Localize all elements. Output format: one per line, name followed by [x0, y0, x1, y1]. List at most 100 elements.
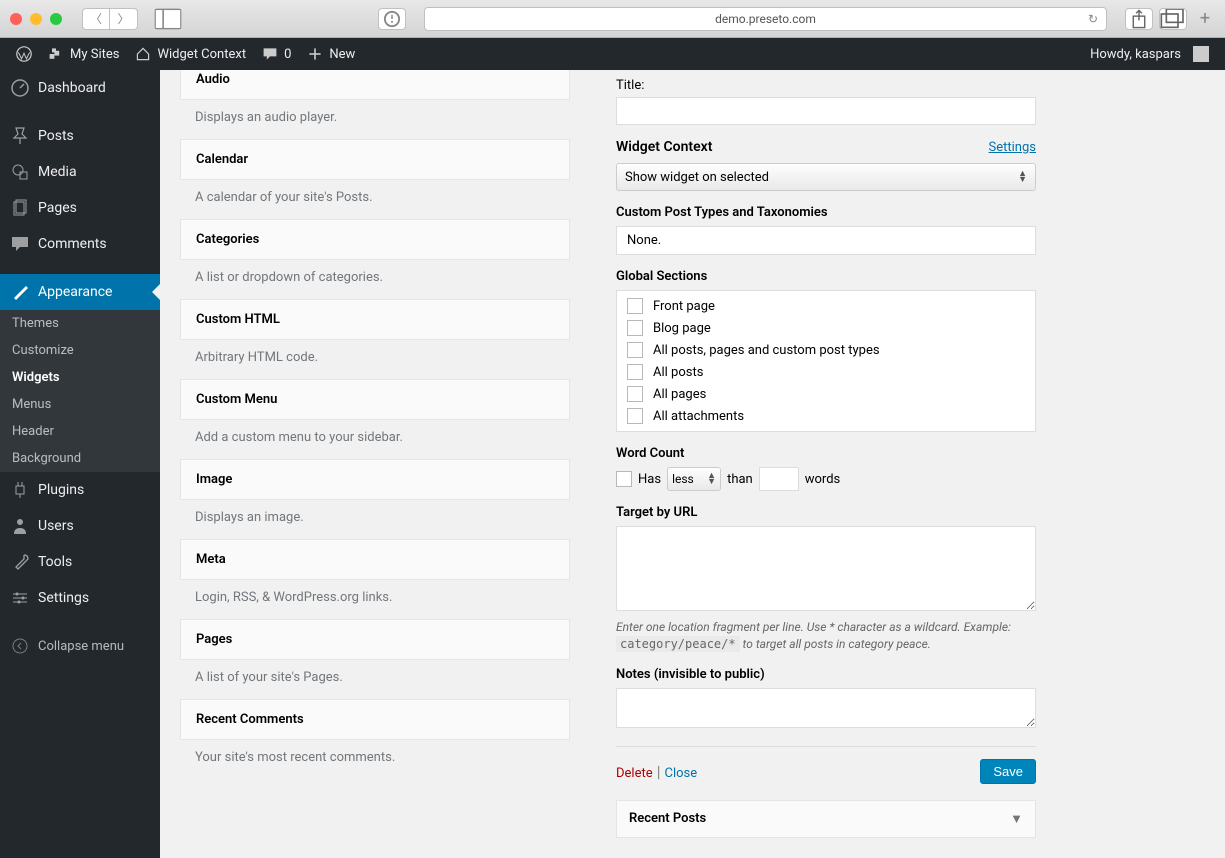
delete-link[interactable]: Delete	[616, 766, 653, 781]
chevron-down-icon: ▼	[1010, 811, 1023, 827]
target-url-textarea[interactable]	[616, 526, 1036, 611]
menu-users[interactable]: Users	[0, 508, 160, 544]
submenu-widgets[interactable]: Widgets	[0, 364, 160, 391]
user-account-link[interactable]: Howdy, kaspars	[1082, 38, 1217, 70]
back-button[interactable]: 〈	[82, 8, 110, 30]
available-widgets: A monthly archive of your site's Posts.A…	[180, 70, 570, 858]
widget-item[interactable]: Audio	[180, 70, 570, 100]
menu-plugins[interactable]: Plugins	[0, 472, 160, 508]
checkbox[interactable]	[627, 298, 643, 314]
menu-dashboard[interactable]: Dashboard	[0, 70, 160, 106]
visibility-select[interactable]: Show widget on selected ▲▼	[616, 163, 1036, 191]
new-content-link[interactable]: New	[299, 38, 363, 70]
pin-icon	[10, 126, 30, 146]
wordcount-checkbox[interactable]	[616, 471, 632, 487]
widget-item[interactable]: Meta	[180, 539, 570, 580]
widget-item[interactable]: Recent Comments	[180, 699, 570, 740]
checkbox[interactable]	[627, 364, 643, 380]
menu-comments[interactable]: Comments	[0, 226, 160, 262]
comment-icon	[10, 234, 30, 254]
widget-description: Displays an image.	[180, 500, 570, 539]
media-icon	[10, 162, 30, 182]
wp-logo[interactable]	[8, 38, 40, 70]
menu-settings[interactable]: Settings	[0, 580, 160, 616]
checkbox[interactable]	[627, 320, 643, 336]
menu-posts[interactable]: Posts	[0, 118, 160, 154]
sidebar-toggle-button[interactable]	[154, 8, 182, 30]
operator-value: less	[672, 472, 694, 486]
maximize-window-icon[interactable]	[50, 13, 62, 25]
share-button[interactable]	[1125, 8, 1153, 30]
checkbox-label: All attachments	[653, 409, 744, 424]
new-tab-button[interactable]: +	[1195, 8, 1215, 29]
browser-chrome: 〈 〉 demo.preseto.com ↻ +	[0, 0, 1225, 38]
content-area: A monthly archive of your site's Posts.A…	[160, 70, 1225, 858]
comment-icon	[262, 46, 278, 62]
comments-link[interactable]: 0	[254, 38, 299, 70]
widget-item[interactable]: Pages	[180, 619, 570, 660]
submenu-customize[interactable]: Customize	[0, 337, 160, 364]
widget-item[interactable]: Custom HTML	[180, 299, 570, 340]
widget-item[interactable]: Calendar	[180, 139, 570, 180]
save-button[interactable]: Save	[980, 759, 1036, 784]
checkbox-label: All posts, pages and custom post types	[653, 343, 880, 358]
url-hint: Enter one location fragment per line. Us…	[616, 619, 1036, 653]
submenu-menus[interactable]: Menus	[0, 391, 160, 418]
widget-description: A list of your site's Pages.	[180, 660, 570, 699]
menu-appearance[interactable]: Appearance	[0, 274, 160, 310]
menu-label: Dashboard	[38, 80, 106, 96]
collapsed-widget-recent-posts[interactable]: Recent Posts ▼	[616, 800, 1036, 838]
site-name-link[interactable]: Widget Context	[127, 38, 254, 70]
widget-item[interactable]: Categories	[180, 219, 570, 260]
has-label: Has	[638, 472, 661, 487]
widget-item[interactable]: Custom Menu	[180, 379, 570, 420]
plug-icon	[10, 480, 30, 500]
url-bar[interactable]: demo.preseto.com ↻	[424, 7, 1107, 31]
global-option-row: All posts	[617, 361, 1035, 383]
menu-media[interactable]: Media	[0, 154, 160, 190]
close-window-icon[interactable]	[10, 13, 22, 25]
widget-description: A list or dropdown of categories.	[180, 260, 570, 299]
forward-button[interactable]: 〉	[110, 8, 138, 30]
title-label: Title:	[616, 78, 1036, 93]
global-option-row: All posts, pages and custom post types	[617, 339, 1035, 361]
target-url-heading: Target by URL	[616, 505, 1036, 520]
url-text: demo.preseto.com	[715, 12, 816, 26]
notes-textarea[interactable]	[616, 688, 1036, 728]
menu-pages[interactable]: Pages	[0, 190, 160, 226]
home-icon	[135, 46, 151, 62]
page-icon	[10, 198, 30, 218]
tabs-button[interactable]	[1159, 8, 1187, 30]
title-input[interactable]	[616, 97, 1036, 125]
widget-item[interactable]: Image	[180, 459, 570, 500]
submenu-header[interactable]: Header	[0, 418, 160, 445]
checkbox[interactable]	[627, 342, 643, 358]
my-sites-link[interactable]: My Sites	[40, 38, 127, 70]
checkbox[interactable]	[627, 408, 643, 424]
wordcount-operator-select[interactable]: less ▲▼	[667, 467, 721, 491]
settings-link[interactable]: Settings	[989, 140, 1036, 155]
widget-description: A calendar of your site's Posts.	[180, 180, 570, 219]
widget-description: Arbitrary HTML code.	[180, 340, 570, 379]
submenu-background[interactable]: Background	[0, 445, 160, 472]
collapse-menu[interactable]: Collapse menu	[0, 628, 160, 664]
reload-icon[interactable]: ↻	[1088, 12, 1098, 26]
menu-tools[interactable]: Tools	[0, 544, 160, 580]
wordcount-input[interactable]	[759, 467, 799, 491]
widget-editor-panel: Title: Widget Context Settings Show widg…	[616, 70, 1036, 858]
widget-description: Your site's most recent comments.	[180, 740, 570, 779]
checkbox-label: All pages	[653, 387, 706, 402]
dashboard-icon	[10, 78, 30, 98]
minimize-window-icon[interactable]	[30, 13, 42, 25]
brush-icon	[10, 282, 30, 302]
close-link[interactable]: Close	[664, 766, 697, 781]
nav-back-forward: 〈 〉	[82, 8, 138, 30]
reader-button[interactable]	[378, 8, 406, 30]
wrench-icon	[10, 552, 30, 572]
menu-label: Appearance	[38, 284, 112, 300]
menu-label: Users	[38, 518, 74, 534]
words-label: words	[805, 472, 841, 487]
global-sections-heading: Global Sections	[616, 269, 1036, 284]
submenu-themes[interactable]: Themes	[0, 310, 160, 337]
checkbox[interactable]	[627, 386, 643, 402]
